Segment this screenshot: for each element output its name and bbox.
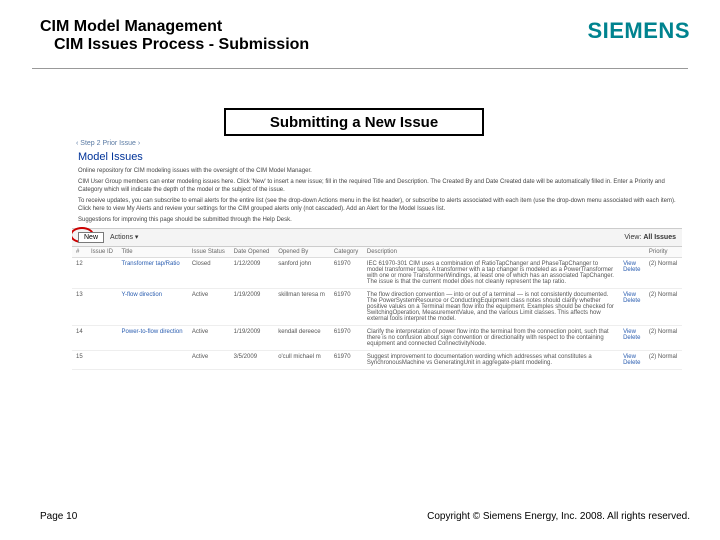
table-row[interactable]: 13 Y-flow directionActive1/19/2009skillma… xyxy=(72,288,682,325)
cell-actions[interactable]: ViewDelete xyxy=(619,288,645,325)
cell-actions[interactable]: ViewDelete xyxy=(619,257,645,288)
cell-priority: (2) Normal xyxy=(645,288,682,325)
cell-actions[interactable]: ViewDelete xyxy=(619,325,645,350)
cell-by: o'cull michael m xyxy=(274,350,330,369)
cell-date: 1/19/2009 xyxy=(230,288,275,325)
page-number: Page 10 xyxy=(40,511,77,522)
cell-desc: IEC 61970-301 CIM uses a combination of … xyxy=(363,257,619,288)
header-divider xyxy=(32,68,688,69)
cell-by: kendall dereece xyxy=(274,325,330,350)
cell-desc: Clarify the interpretation of power flow… xyxy=(363,325,619,350)
callout-box: Submitting a New Issue xyxy=(224,108,484,136)
col-num[interactable]: # xyxy=(72,247,87,258)
col-description[interactable]: Description xyxy=(363,247,619,258)
table-row[interactable]: 14 Power-to-flow directionActive1/19/2009… xyxy=(72,325,682,350)
cell-cat: 61970 xyxy=(330,257,363,288)
new-button-wrap: New xyxy=(78,232,104,243)
cell-date: 1/12/2009 xyxy=(230,257,275,288)
callout-text: Submitting a New Issue xyxy=(270,114,438,131)
list-toolbar: New Actions ▾ View: All Issues xyxy=(72,228,682,247)
col-issue-id[interactable]: Issue ID xyxy=(87,247,118,258)
table-row[interactable]: 15 Active3/5/2009o'cull michael m61970Sug… xyxy=(72,350,682,369)
intro-para-1: Online repository for CIM modeling issue… xyxy=(72,167,682,178)
actions-menu[interactable]: Actions ▾ xyxy=(110,233,138,241)
col-status[interactable]: Issue Status xyxy=(188,247,230,258)
copyright-text: Copyright © Siemens Energy, Inc. 2008. A… xyxy=(427,511,690,522)
title-block: CIM Model Management CIM Issues Process … xyxy=(40,18,309,54)
slide-header: CIM Model Management CIM Issues Process … xyxy=(40,18,690,54)
intro-para-4: Suggestions for improving this page shou… xyxy=(72,216,682,227)
cell-title[interactable]: Y-flow direction xyxy=(118,288,188,325)
intro-para-3: To receive updates, you can subscribe to… xyxy=(72,197,682,216)
view-value: All Issues xyxy=(643,234,676,241)
col-date[interactable]: Date Opened xyxy=(230,247,275,258)
new-button[interactable]: New xyxy=(78,232,104,243)
cell-cat: 61970 xyxy=(330,288,363,325)
cell-title[interactable] xyxy=(118,350,188,369)
cell-actions[interactable]: ViewDelete xyxy=(619,350,645,369)
title-line-1: CIM Model Management xyxy=(40,18,309,36)
title-line-2: CIM Issues Process - Submission xyxy=(40,36,309,54)
table-row[interactable]: 12 Transformer tap/RatioClosed1/12/2009sa… xyxy=(72,257,682,288)
cell-status: Closed xyxy=(188,257,230,288)
cell-id xyxy=(87,350,118,369)
col-actions xyxy=(619,247,645,258)
cell-status: Active xyxy=(188,325,230,350)
cell-id xyxy=(87,288,118,325)
cell-priority: (2) Normal xyxy=(645,325,682,350)
embedded-screenshot: ‹ Step 2 Prior Issue › Model Issues Onli… xyxy=(72,138,682,398)
issues-table: # Issue ID Title Issue Status Date Opene… xyxy=(72,247,682,370)
cell-cat: 61970 xyxy=(330,325,363,350)
cell-status: Active xyxy=(188,288,230,325)
cell-title[interactable]: Transformer tap/Ratio xyxy=(118,257,188,288)
table-header-row: # Issue ID Title Issue Status Date Opene… xyxy=(72,247,682,258)
slide-footer: Page 10 Copyright © Siemens Energy, Inc.… xyxy=(40,511,690,522)
cell-num: 15 xyxy=(72,350,87,369)
col-category[interactable]: Category xyxy=(330,247,363,258)
view-label: View: xyxy=(624,234,641,241)
slide: CIM Model Management CIM Issues Process … xyxy=(0,0,720,540)
cell-date: 1/19/2009 xyxy=(230,325,275,350)
cell-desc: Suggest improvement to documentation wor… xyxy=(363,350,619,369)
view-selector[interactable]: View: All Issues xyxy=(624,234,676,241)
cell-by: skillman teresa m xyxy=(274,288,330,325)
cell-id xyxy=(87,257,118,288)
cell-num: 12 xyxy=(72,257,87,288)
cell-num: 14 xyxy=(72,325,87,350)
cell-desc: The flow direction convention — into or … xyxy=(363,288,619,325)
col-opened-by[interactable]: Opened By xyxy=(274,247,330,258)
cell-priority: (2) Normal xyxy=(645,257,682,288)
cell-cat: 61970 xyxy=(330,350,363,369)
cell-priority: (2) Normal xyxy=(645,350,682,369)
col-priority[interactable]: Priority xyxy=(645,247,682,258)
breadcrumb: ‹ Step 2 Prior Issue › xyxy=(72,138,682,149)
cell-date: 3/5/2009 xyxy=(230,350,275,369)
cell-by: sanford john xyxy=(274,257,330,288)
page-title: Model Issues xyxy=(72,149,682,167)
cell-num: 13 xyxy=(72,288,87,325)
brand-logo: SIEMENS xyxy=(587,18,690,44)
cell-id xyxy=(87,325,118,350)
col-title[interactable]: Title xyxy=(118,247,188,258)
cell-title[interactable]: Power-to-flow direction xyxy=(118,325,188,350)
cell-status: Active xyxy=(188,350,230,369)
intro-para-2: CIM User Group members can enter modelin… xyxy=(72,178,682,197)
